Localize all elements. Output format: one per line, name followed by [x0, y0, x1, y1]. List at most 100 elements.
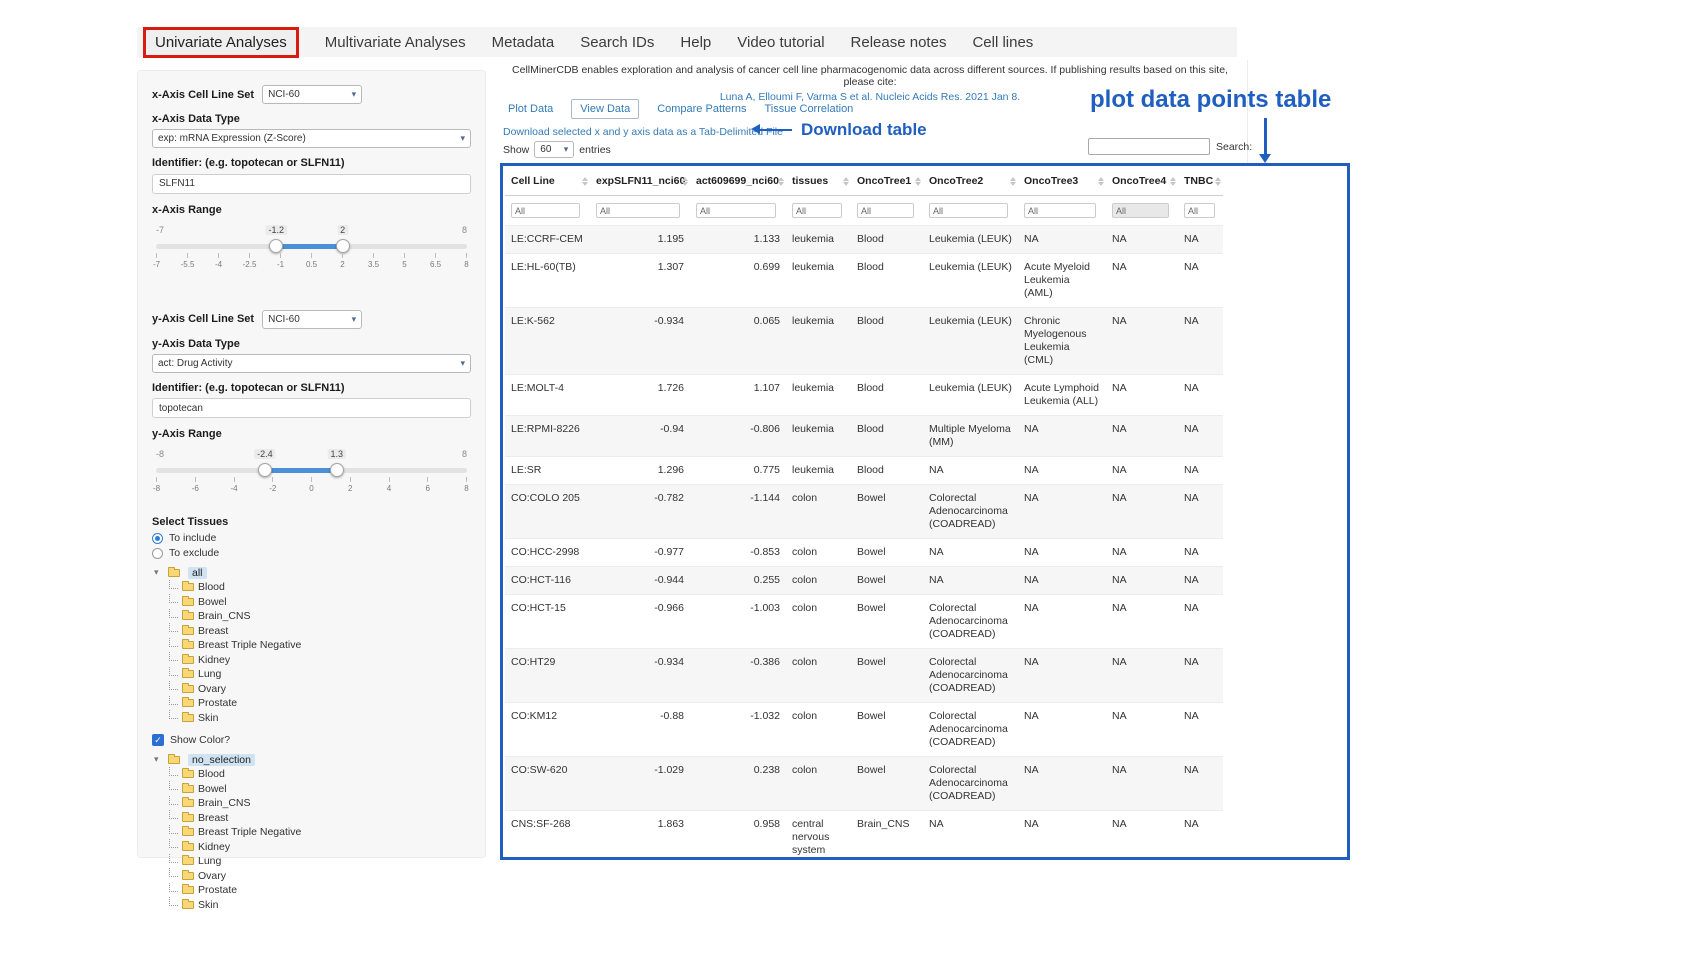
slider-tick: 6.5: [435, 253, 436, 269]
tissue-tree-item-ovary[interactable]: Ovary: [169, 869, 471, 884]
y-cell-line-set-select[interactable]: NCI-60 ▾: [262, 310, 362, 329]
table-row[interactable]: LE:HL-60(TB)1.3070.699leukemiaBloodLeuke…: [505, 254, 1223, 308]
column-filter-oncotree4[interactable]: [1112, 203, 1169, 218]
table-row[interactable]: LE:MOLT-41.7261.107leukemiaBloodLeukemia…: [505, 375, 1223, 416]
column-filter-oncotree2[interactable]: [929, 203, 1008, 218]
nav-item-univariate-analyses[interactable]: Univariate Analyses: [143, 27, 299, 58]
folder-icon: [168, 569, 180, 577]
table-cell: NA: [1178, 539, 1223, 567]
table-row[interactable]: CO:COLO 205-0.782-1.144colonBowelColorec…: [505, 485, 1223, 539]
column-header-oncotree1[interactable]: OncoTree1: [851, 167, 923, 196]
slider-handle-high[interactable]: [330, 463, 344, 477]
column-filter-expslfn11-nci60[interactable]: [596, 203, 680, 218]
tissue-tree-item-blood[interactable]: Blood: [169, 580, 471, 595]
slider-handle-high[interactable]: [336, 239, 350, 253]
nav-item-search-ids[interactable]: Search IDs: [580, 34, 654, 51]
slider-handle-low[interactable]: [258, 463, 272, 477]
table-row[interactable]: LE:CCRF-CEM1.1951.133leukemiaBloodLeukem…: [505, 226, 1223, 254]
search-label: Search:: [1216, 141, 1252, 153]
table-cell: CO:SW-620: [505, 757, 590, 811]
show-color-checkbox[interactable]: ✓ Show Color?: [152, 734, 471, 746]
table-row[interactable]: CO:HCT-116-0.9440.255colonBowelNANANANA: [505, 567, 1223, 595]
tissue-tree-item-lung[interactable]: Lung: [169, 854, 471, 869]
x-data-type-select[interactable]: exp: mRNA Expression (Z-Score) ▾: [152, 129, 471, 148]
y-identifier-input[interactable]: [152, 398, 471, 418]
slider-handle-low[interactable]: [269, 239, 283, 253]
y-range-slider[interactable]: -8 8 -2.4 1.3 -8-6-4-202468: [156, 444, 467, 500]
tissue-tree-item-skin[interactable]: Skin: [169, 898, 471, 913]
table-row[interactable]: CO:HT29-0.934-0.386colonBowelColorectal …: [505, 649, 1223, 703]
column-header-cell-line[interactable]: Cell Line: [505, 167, 590, 196]
table-row[interactable]: LE:K-562-0.9340.065leukemiaBloodLeukemia…: [505, 308, 1223, 375]
download-tab-delimited-link[interactable]: Download selected x and y axis data as a…: [503, 126, 783, 138]
table-cell: CO:HCT-15: [505, 595, 590, 649]
tree-connector: [169, 710, 178, 719]
tissue-tree-item-kidney[interactable]: Kidney: [169, 840, 471, 855]
column-header-oncotree4[interactable]: OncoTree4: [1106, 167, 1178, 196]
tissue-tree-item-blood[interactable]: Blood: [169, 767, 471, 782]
tree-root-no-selection[interactable]: ▾ no_selection: [154, 752, 471, 767]
tab-view-data[interactable]: View Data: [571, 99, 639, 119]
entries-count-select[interactable]: 60 ▾: [534, 141, 574, 158]
search-input[interactable]: [1088, 138, 1210, 155]
nav-item-release-notes[interactable]: Release notes: [851, 34, 947, 51]
table-row[interactable]: CO:HCT-15-0.966-1.003colonBowelColorecta…: [505, 595, 1223, 649]
tissue-tree-item-breast-triple-negative[interactable]: Breast Triple Negative: [169, 638, 471, 653]
column-header-tnbc[interactable]: TNBC: [1178, 167, 1223, 196]
table-cell: leukemia: [786, 254, 851, 308]
folder-icon: [182, 785, 194, 793]
table-row[interactable]: CO:HCC-2998-0.977-0.853colonBowelNANANAN…: [505, 539, 1223, 567]
column-filter-act609699-nci60[interactable]: [696, 203, 776, 218]
tissue-include-radio[interactable]: To include: [152, 532, 471, 544]
tissue-tree-item-prostate[interactable]: Prostate: [169, 883, 471, 898]
column-filter-tnbc[interactable]: [1184, 203, 1215, 218]
tissue-tree-item-skin[interactable]: Skin: [169, 711, 471, 726]
tissue-tree-item-brain-cns[interactable]: Brain_CNS: [169, 609, 471, 624]
tissue-tree-item-bowel[interactable]: Bowel: [169, 782, 471, 797]
y-data-type-select[interactable]: act: Drug Activity ▾: [152, 354, 471, 373]
column-header-tissues[interactable]: tissues: [786, 167, 851, 196]
tab-compare-patterns[interactable]: Compare Patterns: [657, 103, 746, 115]
column-header-oncotree3[interactable]: OncoTree3: [1018, 167, 1106, 196]
table-cell: Bowel: [851, 649, 923, 703]
column-filter-cell-line[interactable]: [511, 203, 580, 218]
tab-plot-data[interactable]: Plot Data: [508, 103, 553, 115]
nav-item-help[interactable]: Help: [680, 34, 711, 51]
table-row[interactable]: CO:SW-620-1.0290.238colonBowelColorectal…: [505, 757, 1223, 811]
table-row[interactable]: CO:KM12-0.88-1.032colonBowelColorectal A…: [505, 703, 1223, 757]
tissue-tree-item-breast[interactable]: Breast: [169, 624, 471, 639]
tissue-tree-item-breast[interactable]: Breast: [169, 811, 471, 826]
tab-tissue-correlation[interactable]: Tissue Correlation: [764, 103, 853, 115]
column-filter-oncotree1[interactable]: [857, 203, 914, 218]
tissue-tree-item-breast-triple-negative[interactable]: Breast Triple Negative: [169, 825, 471, 840]
folder-icon: [182, 670, 194, 678]
column-filter-tissues[interactable]: [792, 203, 842, 218]
x-identifier-input[interactable]: [152, 174, 471, 194]
tissue-tree-item-kidney[interactable]: Kidney: [169, 653, 471, 668]
column-filter-oncotree3[interactable]: [1024, 203, 1096, 218]
nav-item-cell-lines[interactable]: Cell lines: [972, 34, 1033, 51]
slider-tick: 5: [404, 253, 405, 269]
column-header-act609699-nci60[interactable]: act609699_nci60: [690, 167, 786, 196]
x-cell-line-set-select[interactable]: NCI-60 ▾: [262, 85, 362, 104]
column-header-expslfn11-nci60[interactable]: expSLFN11_nci60: [590, 167, 690, 196]
tissue-tree-item-prostate[interactable]: Prostate: [169, 696, 471, 711]
table-row[interactable]: CNS:SF-2681.8630.958central nervous syst…: [505, 811, 1223, 861]
tissue-tree-item-ovary[interactable]: Ovary: [169, 682, 471, 697]
nav-item-metadata[interactable]: Metadata: [492, 34, 555, 51]
slider-tick: 2: [342, 253, 343, 269]
x-range-slider[interactable]: -7 8 -1.2 2 -7-5.5-4-2.5-10.523.556.58: [156, 220, 467, 276]
nav-item-multivariate-analyses[interactable]: Multivariate Analyses: [325, 34, 466, 51]
table-row[interactable]: LE:SR1.2960.775leukemiaBloodNANANANA: [505, 457, 1223, 485]
tree-item-label: Kidney: [198, 841, 230, 853]
tissue-exclude-radio[interactable]: To exclude: [152, 547, 471, 559]
column-header-oncotree2[interactable]: OncoTree2: [923, 167, 1018, 196]
tissue-tree-item-brain-cns[interactable]: Brain_CNS: [169, 796, 471, 811]
table-row[interactable]: LE:RPMI-8226-0.94-0.806leukemiaBloodMult…: [505, 416, 1223, 457]
table-cell: NA: [1106, 567, 1178, 595]
nav-item-video-tutorial[interactable]: Video tutorial: [737, 34, 824, 51]
table-cell: Bowel: [851, 595, 923, 649]
tree-root-all[interactable]: ▾ all: [154, 565, 471, 580]
tissue-tree-item-lung[interactable]: Lung: [169, 667, 471, 682]
tissue-tree-item-bowel[interactable]: Bowel: [169, 595, 471, 610]
